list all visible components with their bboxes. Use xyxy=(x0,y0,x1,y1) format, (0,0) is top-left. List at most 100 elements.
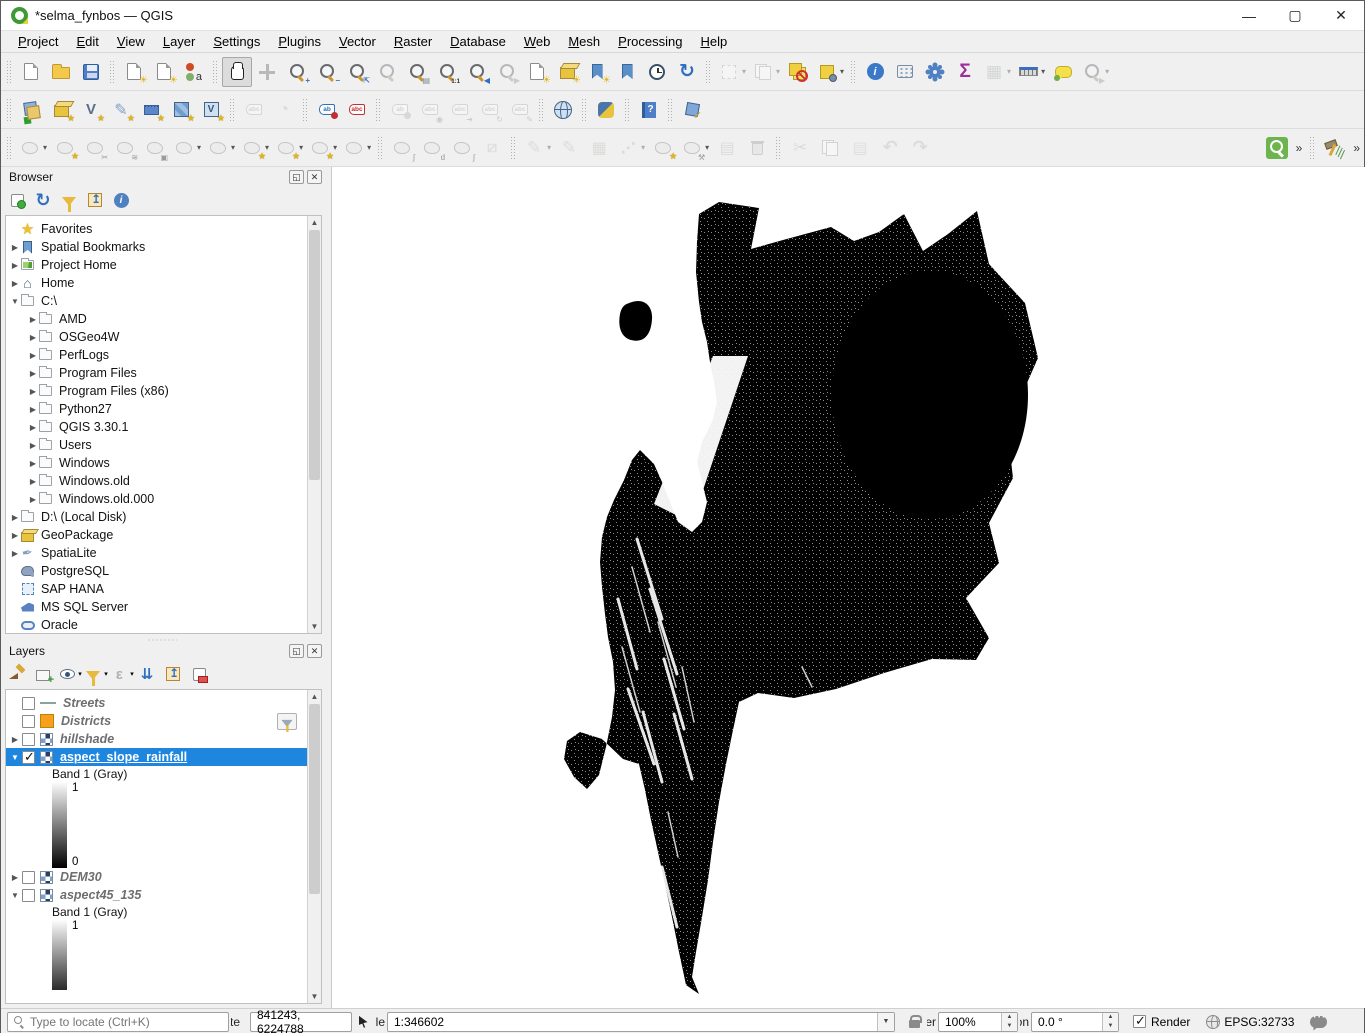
scroll-up-icon[interactable]: ▲ xyxy=(308,690,321,703)
merge-selected-features-button[interactable]: ≋ xyxy=(110,133,140,163)
zoom-full-button[interactable]: ⇱ xyxy=(342,57,372,87)
refresh-browser-button[interactable]: ↻ xyxy=(31,188,55,212)
run-feature-action-button[interactable]: ▶▾ xyxy=(1078,57,1112,87)
layer-visibility-checkbox[interactable] xyxy=(22,733,35,746)
layer-visibility-checkbox[interactable] xyxy=(22,715,35,728)
browser-item-users[interactable]: ▶Users xyxy=(6,436,321,454)
zoom-next-button[interactable]: ▶ xyxy=(492,57,522,87)
measure-line-button[interactable]: ▾ xyxy=(1014,57,1048,87)
menu-database[interactable]: Database xyxy=(441,32,515,51)
check-geometries-button[interactable] xyxy=(677,95,707,125)
browser-item-c[interactable]: ▼C:\ xyxy=(6,292,321,310)
expander-icon[interactable]: ▼ xyxy=(10,891,20,900)
deselect-features-from-all-layers-button[interactable] xyxy=(783,57,813,87)
browser-item-program-files-x86[interactable]: ▶Program Files (x86) xyxy=(6,382,321,400)
select-by-form-button[interactable]: ▾ xyxy=(813,57,847,87)
rotate-label-button[interactable]: abc↻ xyxy=(475,95,505,125)
spin-up-icon[interactable]: ▲ xyxy=(1002,1013,1017,1022)
menu-processing[interactable]: Processing xyxy=(609,32,691,51)
expander-icon[interactable]: ▶ xyxy=(28,387,38,396)
layer-item-streets[interactable]: Streets xyxy=(6,694,321,712)
zoom-last-button[interactable]: ◀ xyxy=(462,57,492,87)
save-project-button[interactable] xyxy=(76,57,106,87)
spin-down-icon[interactable]: ▼ xyxy=(1002,1022,1017,1031)
vertex-tool-button[interactable]: ▾ xyxy=(340,133,374,163)
split-parts-button[interactable]: ∫ xyxy=(447,133,477,163)
layer-visibility-checkbox[interactable] xyxy=(22,751,35,764)
temporal-controller-button[interactable] xyxy=(642,57,672,87)
rotate-feature-button[interactable]: ▾ xyxy=(204,133,238,163)
browser-float-button[interactable]: ◱ xyxy=(289,170,304,184)
digitize-with-curve-button[interactable]: ▾ xyxy=(16,133,50,163)
menu-plugins[interactable]: Plugins xyxy=(269,32,330,51)
browser-close-button[interactable]: ✕ xyxy=(307,170,322,184)
magnifier-spin[interactable]: 100% ▲▼ xyxy=(938,1012,1018,1032)
messages-icon[interactable] xyxy=(1310,1016,1327,1028)
minimize-button[interactable]: — xyxy=(1226,1,1272,30)
new-virtual-layer-button[interactable]: ★ xyxy=(136,95,166,125)
layer-item-dem30[interactable]: ▶DEM30 xyxy=(6,868,321,886)
browser-item-windows[interactable]: ▶Windows xyxy=(6,454,321,472)
menu-layer[interactable]: Layer xyxy=(154,32,205,51)
split-features-button[interactable]: ✂ xyxy=(80,133,110,163)
pan-map-button[interactable] xyxy=(222,57,252,87)
expander-icon[interactable]: ▶ xyxy=(10,279,20,288)
toolbar-drag-handle[interactable] xyxy=(6,136,13,160)
add-ring-button[interactable]: ★▾ xyxy=(272,133,306,163)
expander-icon[interactable]: ▶ xyxy=(10,261,20,270)
layer-item-aspect45-135[interactable]: ▼aspect45_135 xyxy=(6,886,321,904)
layer-diagram-options-button[interactable]: abc xyxy=(342,95,372,125)
collapse-all-layers-button[interactable] xyxy=(161,662,185,686)
browser-item-ms-sql-server[interactable]: MS SQL Server xyxy=(6,598,321,616)
locator-input[interactable] xyxy=(30,1015,210,1029)
help-contents-button[interactable]: ? xyxy=(634,95,664,125)
open-attribute-table-abacus-button[interactable] xyxy=(890,57,920,87)
toolbar-drag-handle[interactable] xyxy=(667,98,674,122)
browser-item-home[interactable]: ▶⌂Home xyxy=(6,274,321,292)
highlight-pinned-labels-button[interactable]: abc xyxy=(239,95,269,125)
expander-icon[interactable]: ▶ xyxy=(28,369,38,378)
expander-icon[interactable]: ▶ xyxy=(28,441,38,450)
show-hide-labels-button[interactable]: abc◉ xyxy=(415,95,445,125)
new-gpx-layer-button[interactable]: V★ xyxy=(196,95,226,125)
collapse-all-button[interactable] xyxy=(83,188,107,212)
menu-edit[interactable]: Edit xyxy=(67,32,107,51)
pin-unpin-labels-button[interactable]: ab xyxy=(385,95,415,125)
scale-combo[interactable]: 1:346602 ▼ xyxy=(387,1012,895,1032)
options-gear-button[interactable] xyxy=(920,57,950,87)
expander-icon[interactable]: ▶ xyxy=(10,549,20,558)
zoom-to-layer-button[interactable]: ▤ xyxy=(402,57,432,87)
copy-features-button[interactable] xyxy=(815,133,845,163)
menu-web[interactable]: Web xyxy=(515,32,560,51)
add-selected-layers-button[interactable] xyxy=(5,188,29,212)
cut-features-button[interactable]: ✂ xyxy=(785,133,815,163)
expander-icon[interactable]: ▶ xyxy=(28,405,38,414)
modify-attributes-button[interactable]: ▤ xyxy=(712,133,742,163)
spin-up-icon[interactable]: ▲ xyxy=(1103,1013,1118,1022)
expander-icon[interactable]: ▶ xyxy=(28,459,38,468)
offset-curve-button[interactable]: ∫ xyxy=(387,133,417,163)
toolbar-overflow-button[interactable]: » xyxy=(1292,141,1307,155)
zoom-out-button[interactable]: − xyxy=(312,57,342,87)
layer-labeling-options-button[interactable]: ab xyxy=(312,95,342,125)
show-layout-manager-button[interactable]: ☀ xyxy=(149,57,179,87)
simplify-feature-button[interactable]: ★▾ xyxy=(238,133,272,163)
scale-dropdown-icon[interactable]: ▼ xyxy=(877,1013,894,1031)
close-button[interactable]: ✕ xyxy=(1318,1,1364,30)
filter-legend-by-expression-button[interactable]: ε▾ xyxy=(109,662,133,686)
scroll-down-icon[interactable]: ▼ xyxy=(308,620,321,633)
digitize-line-button[interactable]: ⋰▾ xyxy=(614,133,648,163)
undo-button[interactable]: ↶ xyxy=(875,133,905,163)
browser-item-spatial-bookmarks[interactable]: ▶Spatial Bookmarks xyxy=(6,238,321,256)
browser-item-perflogs[interactable]: ▶PerfLogs xyxy=(6,346,321,364)
paste-features-button[interactable]: ▤ xyxy=(845,133,875,163)
expand-all-button[interactable]: ⇊ xyxy=(135,662,159,686)
menu-project[interactable]: Project xyxy=(9,32,67,51)
menu-help[interactable]: Help xyxy=(691,32,736,51)
manage-map-themes-button[interactable]: ▾ xyxy=(57,662,81,686)
toolbar-drag-handle[interactable] xyxy=(109,60,116,84)
render-checkbox[interactable] xyxy=(1133,1015,1146,1028)
new-3d-map-view-button[interactable]: ☀ xyxy=(552,57,582,87)
browser-item-postgresql[interactable]: PostgreSQL xyxy=(6,562,321,580)
zoom-in-button[interactable]: + xyxy=(282,57,312,87)
